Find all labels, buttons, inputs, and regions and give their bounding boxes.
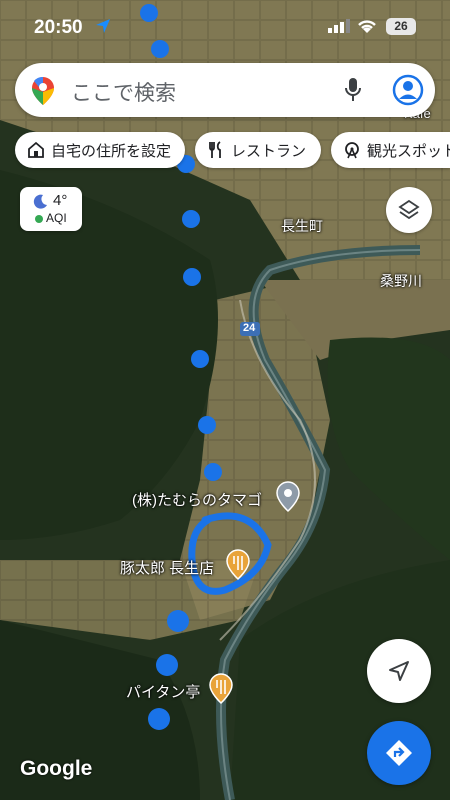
home-icon <box>28 141 44 158</box>
location-arrow-icon <box>96 19 110 33</box>
map-label-town: 長生町 <box>281 218 323 234</box>
chip-label-restaurants: レストラン <box>231 142 307 160</box>
search-bar[interactable]: ここで検索 <box>15 63 435 117</box>
chip-label-home: 自宅の住所を設定 <box>51 142 172 160</box>
weather-temperature: 4° <box>53 192 68 209</box>
status-time: 20:50 <box>34 17 83 38</box>
chip-restaurants[interactable]: レストラン <box>195 132 321 168</box>
map-label-poi-3[interactable]: パイタン亭 <box>126 681 200 702</box>
microphone-icon[interactable] <box>345 77 361 103</box>
chip-set-home[interactable]: 自宅の住所を設定 <box>15 132 185 168</box>
map-label-poi-1[interactable]: (株)たむらのタマゴ <box>132 489 262 510</box>
signal-icon <box>328 19 350 33</box>
layers-button[interactable] <box>386 187 432 233</box>
aqi-status-dot <box>35 215 43 223</box>
map-label-river: 桑野川 <box>380 273 422 289</box>
maps-pin-logo-icon <box>32 76 54 105</box>
account-icon[interactable] <box>392 74 424 106</box>
chip-label-attractions: 観光スポット <box>367 142 450 160</box>
status-bar: 20:50 26 <box>0 0 450 56</box>
google-logo: Google <box>20 757 93 780</box>
directions-icon <box>386 740 412 766</box>
battery-indicator: 26 <box>386 18 416 35</box>
wifi-icon <box>358 20 376 33</box>
aqi-label: AQI <box>46 211 67 225</box>
moon-icon <box>33 194 47 209</box>
map-label-poi-2[interactable]: 豚太郎 長生店 <box>120 557 214 578</box>
weather-widget[interactable]: 4° AQI <box>20 187 82 231</box>
search-placeholder[interactable]: ここで検索 <box>71 77 176 107</box>
attraction-icon <box>345 142 359 159</box>
chip-attractions[interactable]: 観光スポット <box>331 132 450 168</box>
my-location-button[interactable] <box>367 639 431 703</box>
navigation-arrow-icon <box>389 661 409 681</box>
restaurant-icon <box>209 141 221 158</box>
route-number-label: 24 <box>243 322 256 334</box>
layers-icon <box>398 199 420 220</box>
directions-button[interactable] <box>367 721 431 785</box>
